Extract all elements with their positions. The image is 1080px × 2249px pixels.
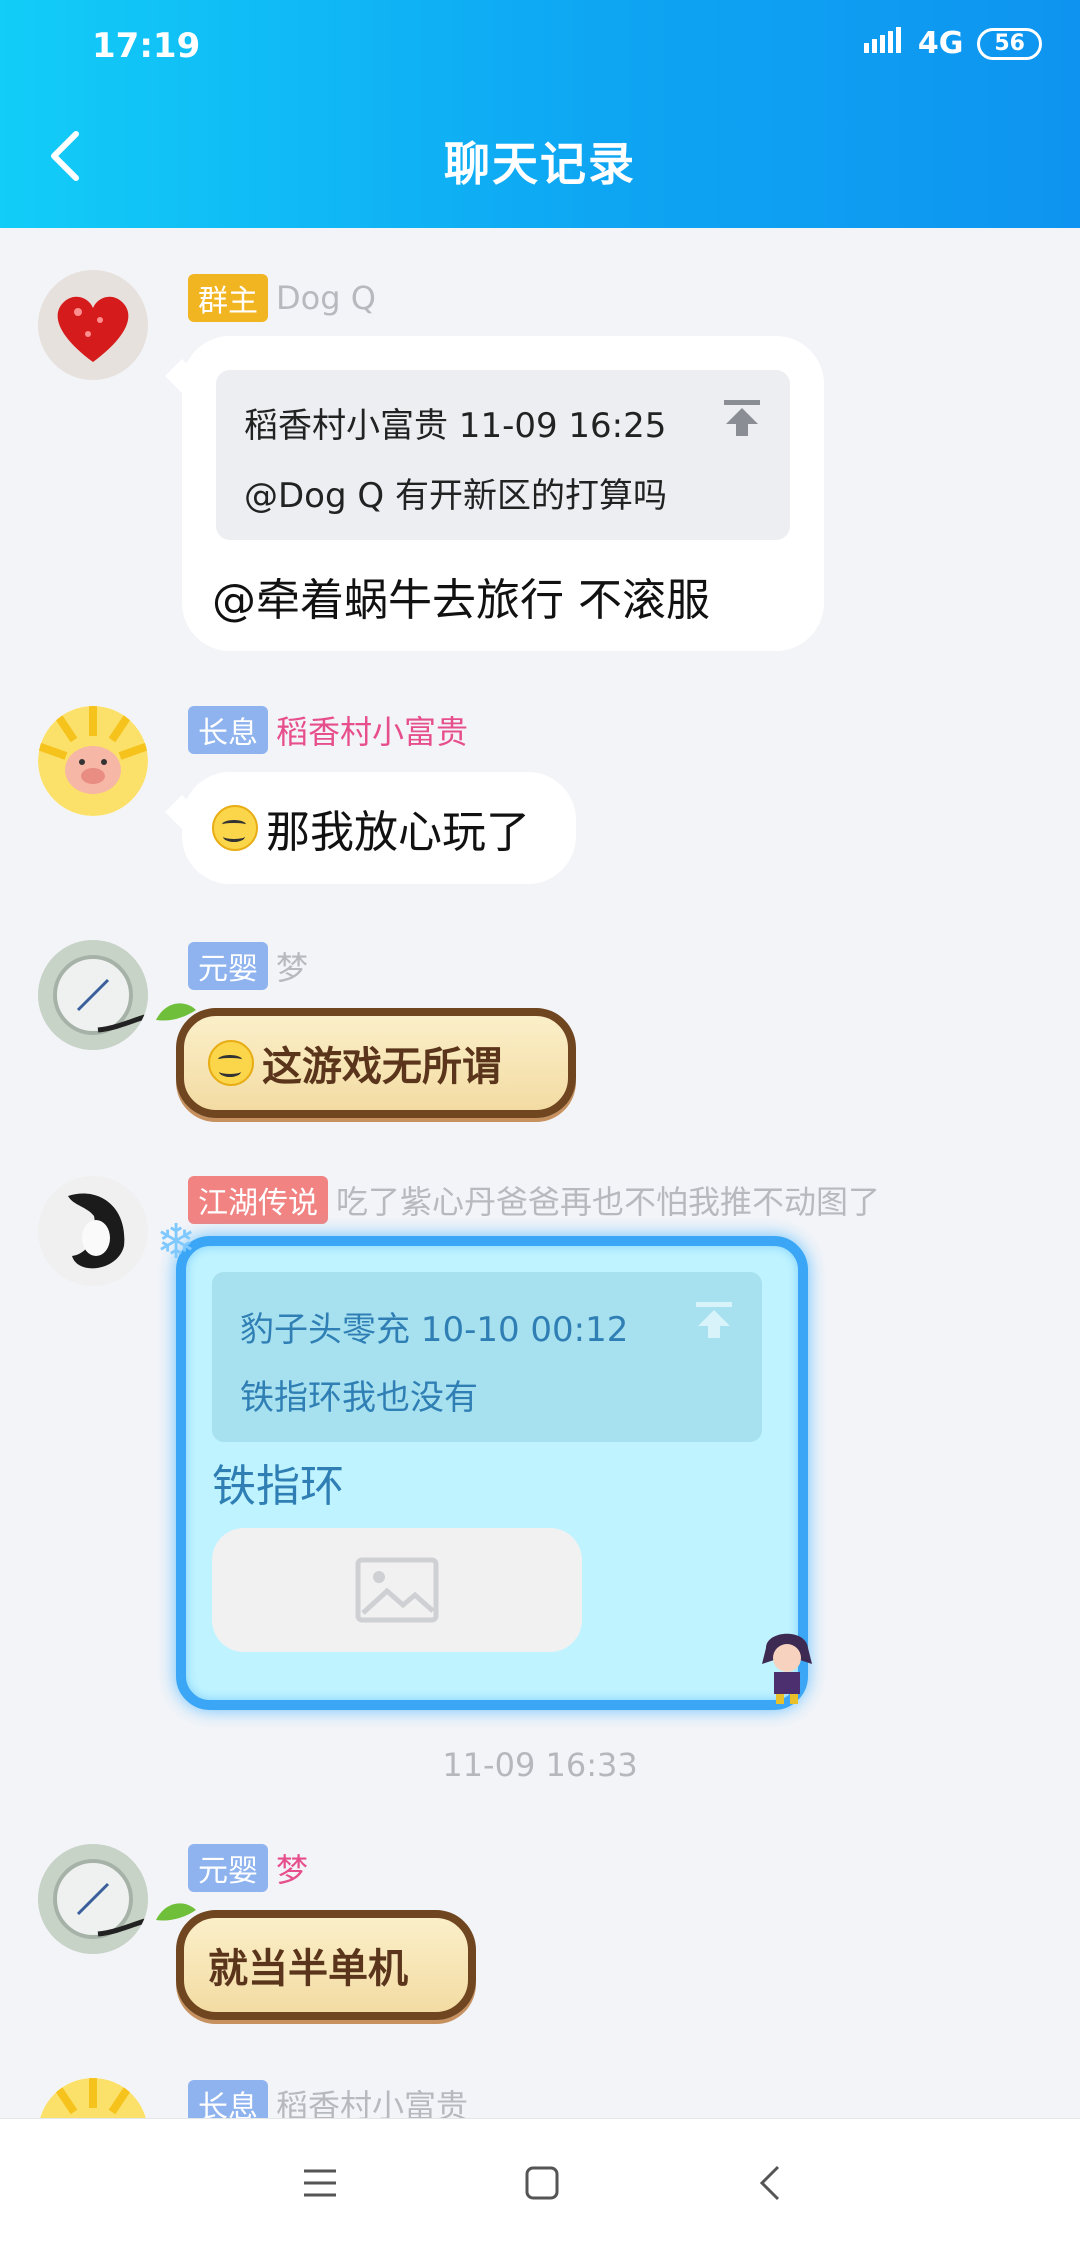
menu-icon	[304, 2169, 336, 2197]
sender-name[interactable]: 稻香村小富贵	[276, 707, 468, 753]
sender-line: 元婴 梦	[188, 942, 308, 990]
rank-badge: 长息	[188, 706, 268, 754]
snowflake-icon: ❄	[156, 1214, 197, 1270]
chat-history-header: 17:19 4G 56 聊天记录	[0, 0, 1080, 228]
reply-quote[interactable]: 稻香村小富贵 11-09 16:25 @Dog Q 有开新区的打算吗	[216, 370, 790, 540]
network-type: 4G	[917, 26, 964, 61]
battery-indicator: 56	[977, 27, 1042, 60]
ink-portrait-avatar-icon	[38, 1176, 148, 1286]
sender-name[interactable]: 吃了紫心丹爸爸再也不怕我推不动图了	[336, 1177, 880, 1223]
message-bubble[interactable]: 稻香村小富贵 11-09 16:25 @Dog Q 有开新区的打算吗 @牵着蜗牛…	[182, 336, 824, 651]
rank-badge: 元婴	[188, 942, 268, 990]
chibi-character-icon	[756, 1624, 818, 1710]
sender-name[interactable]: 梦	[276, 943, 308, 989]
sender-line: 群主 Dog Q	[188, 274, 376, 322]
teacup-avatar-icon	[38, 940, 148, 1050]
quote-text: @Dog Q 有开新区的打算吗	[244, 476, 667, 516]
back-triangle-icon	[759, 2165, 780, 2201]
quote-header: 稻香村小富贵 11-09 16:25	[244, 406, 667, 446]
reply-quote[interactable]: 豹子头零充 10-10 00:12 铁指环我也没有	[212, 1272, 762, 1442]
avatar[interactable]	[38, 706, 148, 816]
system-navigation-bar	[0, 2118, 1080, 2249]
signal-icon	[863, 26, 904, 61]
message-text: 那我放心玩了	[266, 807, 530, 858]
message-text: @牵着蜗牛去旅行 不滚服	[212, 575, 710, 626]
time-divider: 11-09 16:33	[442, 1746, 638, 1784]
avatar[interactable]	[38, 1844, 148, 1954]
message-bubble[interactable]: 那我放心玩了	[182, 772, 576, 884]
menu-button[interactable]	[300, 2163, 340, 2207]
rank-badge: 元婴	[188, 1844, 268, 1892]
message-bubble[interactable]: 就当半单机	[176, 1910, 476, 2020]
pig-avatar-icon	[38, 706, 148, 816]
smirk-emoji-icon	[212, 805, 258, 851]
message-text: 铁指环	[212, 1461, 344, 1512]
sender-line: 元婴 梦	[188, 1844, 308, 1892]
status-indicators: 4G 56	[863, 26, 1042, 61]
sender-name[interactable]: 梦	[276, 1845, 308, 1891]
image-placeholder-icon	[355, 1557, 439, 1623]
avatar[interactable]	[38, 1176, 148, 1286]
home-button[interactable]	[522, 2163, 562, 2207]
sender-line: 江湖传说 吃了紫心丹爸爸再也不怕我推不动图了	[188, 1176, 880, 1224]
image-attachment[interactable]	[212, 1528, 582, 1652]
nav-back-button[interactable]	[752, 2163, 792, 2207]
message-text: 就当半单机	[208, 1946, 408, 1992]
quote-header: 豹子头零充 10-10 00:12	[240, 1310, 629, 1350]
quote-text: 铁指环我也没有	[240, 1378, 478, 1418]
pin-top-icon	[722, 398, 762, 442]
message-bubble[interactable]: 这游戏无所谓	[176, 1008, 576, 1118]
teacup-avatar-icon	[38, 1844, 148, 1954]
page-title: 聊天记录	[444, 137, 636, 191]
message-text: 这游戏无所谓	[262, 1044, 502, 1090]
avatar[interactable]	[38, 940, 148, 1050]
rank-badge: 群主	[188, 274, 268, 322]
sender-name[interactable]: Dog Q	[276, 279, 376, 317]
rank-badge: 江湖传说	[188, 1176, 328, 1224]
heart-avatar-icon	[57, 296, 129, 362]
pin-top-icon	[694, 1300, 734, 1344]
status-time: 17:19	[92, 26, 201, 66]
home-square-icon	[525, 2166, 559, 2200]
sender-line: 长息 稻香村小富贵	[188, 706, 468, 754]
message-bubble[interactable]: 豹子头零充 10-10 00:12 铁指环我也没有 铁指环	[176, 1236, 808, 1710]
smirk-emoji-icon	[208, 1040, 254, 1086]
avatar[interactable]	[38, 270, 148, 380]
